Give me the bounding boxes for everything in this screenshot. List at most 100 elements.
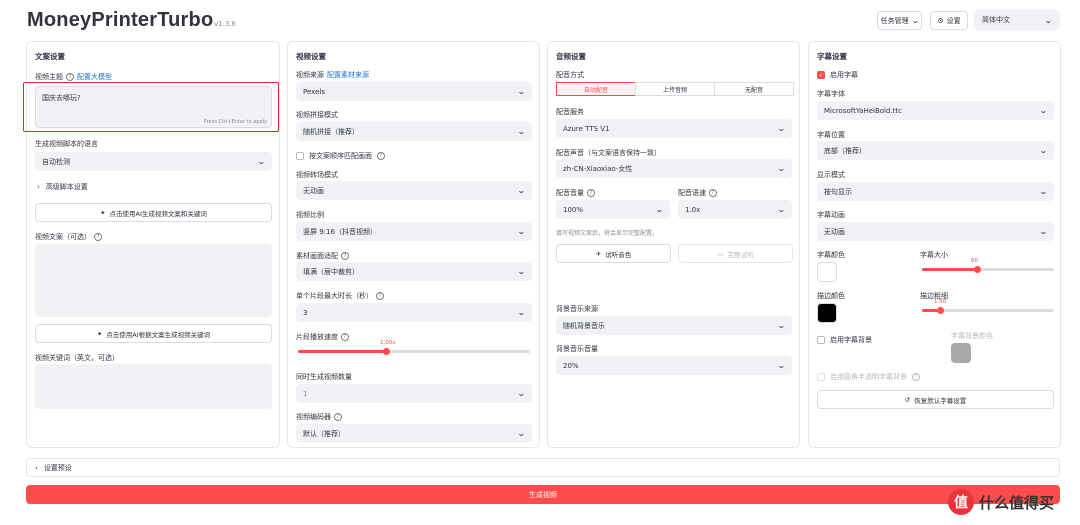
video-count-label: 同时生成视频数量 — [296, 373, 352, 381]
slider-value: 1.00x — [380, 340, 396, 346]
language-select[interactable]: 简体中文 ⌄ — [974, 10, 1060, 30]
checkbox-box[interactable] — [296, 152, 304, 160]
fit-mode-select[interactable]: 填满（居中裁剪） ⌄ — [296, 262, 532, 281]
video-settings-panel: 视频设置 视频来源 配置素材来源 Pexels ⌄ 视频拼接模式 随机拼接（推荐）… — [287, 41, 540, 448]
checkbox-box[interactable] — [817, 373, 825, 381]
chevron-down-icon: ⌄ — [517, 389, 527, 398]
tts-service-select[interactable]: Azure TTS V1 ⌄ — [556, 119, 792, 138]
speed-slider[interactable]: 1.00x — [298, 340, 530, 356]
help-icon[interactable]: ? — [709, 189, 717, 197]
script-language-label: 生成视频脚本的语言 — [35, 140, 98, 148]
animation-select[interactable]: 无动画 ⌄ — [817, 222, 1054, 241]
help-icon[interactable]: ? — [376, 292, 384, 300]
chevron-down-icon: ⌄ — [777, 164, 787, 173]
chevron-down-icon: ⌄ — [517, 227, 527, 236]
voice-label: 配音声音（与文案语言保持一致） — [556, 149, 661, 157]
chevron-down-icon: ⌄ — [777, 361, 787, 370]
bgm-volume-select[interactable]: 20% ⌄ — [556, 356, 792, 375]
position-select[interactable]: 底部（推荐） ⌄ — [817, 141, 1054, 160]
codec-select[interactable]: 默认（推荐） ⌄ — [296, 424, 532, 443]
slider-thumb[interactable] — [937, 307, 944, 314]
chevron-down-icon: ⌄ — [1039, 227, 1049, 236]
aspect-ratio-label: 视频比例 — [296, 211, 324, 219]
advanced-script-expander[interactable]: › 高级脚本设置 — [37, 182, 88, 192]
help-icon[interactable]: ? — [66, 73, 74, 81]
full-listen-button[interactable]: ▭ 完整试听 — [678, 244, 793, 263]
checkbox-box[interactable] — [817, 336, 825, 344]
preset-expander[interactable]: › 设置预设 — [26, 458, 1060, 477]
settings-button[interactable]: ⚙ 设置 — [930, 11, 968, 30]
check-icon[interactable]: ✓ — [817, 71, 825, 79]
display-mode-select[interactable]: 按句显示 ⌄ — [817, 182, 1054, 201]
chevron-down-icon: ⌄ — [517, 308, 527, 317]
panel-title: 音频设置 — [556, 52, 586, 61]
slider-fill — [298, 350, 386, 353]
chevron-down-icon: ⌄ — [517, 87, 527, 96]
voice-select[interactable]: zh-CN-Xiaoxiao-女性 ⌄ — [556, 159, 792, 178]
sparkle-icon: ✦ — [100, 208, 106, 217]
subtitle-bg-checkbox[interactable]: 启用字幕背景 — [817, 335, 872, 345]
chevron-down-icon: ⌄ — [517, 127, 527, 136]
topic-highlight-box — [23, 82, 279, 132]
font-select[interactable]: MicrosoftYaHeiBold.ttc ⌄ — [817, 101, 1054, 120]
voice-volume-select[interactable]: 100% ⌄ — [556, 200, 670, 219]
help-icon[interactable]: ? — [912, 373, 920, 381]
help-icon[interactable]: ? — [587, 189, 595, 197]
rounded-bg-checkbox[interactable]: 启用圆角半透明字幕背景 ? — [817, 372, 920, 382]
concat-mode-select[interactable]: 随机拼接（推荐） ⌄ — [296, 122, 532, 141]
audio-mode-none[interactable]: 无配音 — [714, 82, 794, 96]
chevron-down-icon: ⌄ — [1039, 146, 1049, 155]
video-count-select[interactable]: 1 ⌄ — [296, 384, 532, 403]
order-match-checkbox[interactable]: 按文案顺序匹配画面 ? — [296, 151, 385, 161]
watermark-logo-icon: 值 — [948, 489, 974, 515]
clip-duration-select[interactable]: 3 ⌄ — [296, 303, 532, 322]
document-icon: ▭ — [717, 249, 724, 258]
app-version: v1.3.6 — [214, 20, 236, 28]
chevron-down-icon: ⌄ — [777, 205, 787, 214]
generate-keywords-button[interactable]: ✦ 点击使用AI根据文案生成视频关键词 — [35, 324, 272, 343]
animation-label: 字幕动画 — [817, 211, 845, 219]
help-icon[interactable]: ? — [94, 233, 102, 241]
slider-value: 60 — [971, 258, 978, 264]
voice-rate-select[interactable]: 1.0x ⌄ — [678, 200, 792, 219]
config-llm-link[interactable]: 配置大模型 — [77, 72, 112, 82]
audio-settings-panel: 音频设置 配音方式 自动配音 上传音频 无配音 配音服务 Azure TTS V… — [547, 41, 800, 448]
chevron-down-icon: ⌄ — [1039, 187, 1049, 196]
script-label: 视频文案（可选）? — [35, 232, 102, 242]
script-textarea[interactable] — [35, 244, 272, 317]
slider-thumb[interactable] — [974, 266, 981, 273]
enable-subtitle-checkbox[interactable]: ✓ 启用字幕 — [817, 70, 858, 80]
generate-video-button[interactable]: 生成视频 — [26, 485, 1060, 504]
transition-select[interactable]: 无动画 ⌄ — [296, 181, 532, 200]
keywords-textarea[interactable] — [35, 364, 272, 409]
help-icon[interactable]: ? — [341, 252, 349, 260]
display-mode-label: 显示模式 — [817, 171, 845, 179]
font-color-swatch[interactable] — [817, 262, 837, 282]
chevron-down-icon: ⌄ — [1039, 106, 1049, 115]
reset-subtitle-button[interactable]: ↺ 恢复默认字幕设置 — [817, 390, 1054, 409]
help-icon[interactable]: ? — [377, 152, 385, 160]
bg-color-label: 字幕背景颜色 — [951, 332, 993, 340]
transition-label: 视频转场模式 — [296, 171, 338, 179]
config-source-link[interactable]: 配置素材来源 — [327, 70, 369, 80]
video-source-label: 视频来源 配置素材来源 — [296, 70, 369, 80]
audio-mode-upload[interactable]: 上传音频 — [635, 82, 715, 96]
watermark-text: 什么值得买 — [979, 493, 1055, 512]
aspect-ratio-select[interactable]: 竖屏 9:16（抖音视频） ⌄ — [296, 222, 532, 241]
stroke-color-swatch[interactable] — [817, 303, 837, 323]
try-voice-button[interactable]: ✈ 试听音色 — [556, 244, 671, 263]
subtitle-settings-panel: 字幕设置 ✓ 启用字幕 字幕字体 MicrosoftYaHeiBold.ttc ⌄… — [808, 41, 1061, 448]
script-language-select[interactable]: 自动检测 ⌄ — [35, 152, 272, 171]
bg-color-swatch[interactable] — [951, 343, 971, 363]
task-manager-button[interactable]: 任务管理 ⌄ — [877, 11, 922, 30]
help-icon[interactable]: ? — [334, 413, 342, 421]
bgm-volume-label: 背景音乐音量 — [556, 345, 598, 353]
stroke-width-slider[interactable]: 1.50 — [922, 299, 1054, 315]
panel-title: 视频设置 — [296, 52, 326, 61]
generate-script-button[interactable]: ✦ 点击使用AI生成视频文案和关键词 — [35, 203, 272, 222]
video-source-select[interactable]: Pexels ⌄ — [296, 82, 532, 101]
slider-thumb[interactable] — [383, 348, 390, 355]
font-size-slider[interactable]: 60 — [922, 258, 1054, 274]
audio-mode-auto[interactable]: 自动配音 — [556, 82, 636, 96]
bgm-source-select[interactable]: 随机背景音乐 ⌄ — [556, 316, 792, 335]
